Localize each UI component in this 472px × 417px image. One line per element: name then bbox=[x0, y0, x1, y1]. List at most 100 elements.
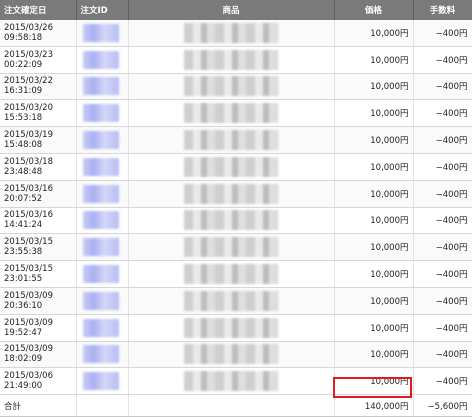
fee-cell: −400円 bbox=[413, 46, 472, 74]
table-row[interactable]: 2015/03/19 15:48:08 10,000円 −400円 bbox=[0, 126, 472, 154]
order-time: 00:22:09 bbox=[4, 59, 43, 70]
product-cell[interactable] bbox=[128, 73, 335, 101]
product-redacted[interactable] bbox=[183, 344, 278, 365]
product-redacted[interactable] bbox=[183, 264, 278, 285]
table-row[interactable]: 2015/03/09 19:52:47 10,000円 −400円 bbox=[0, 314, 472, 342]
table-row[interactable]: 2015/03/09 20:36:10 10,000円 −400円 bbox=[0, 287, 472, 315]
price-cell: 10,000円 bbox=[334, 20, 414, 47]
table-row[interactable]: 2015/03/15 23:55:38 10,000円 −400円 bbox=[0, 233, 472, 262]
price-cell: 10,000円 bbox=[334, 207, 414, 235]
order-date-cell: 2015/03/19 15:48:08 bbox=[0, 126, 77, 154]
order-date: 2015/03/19 bbox=[4, 130, 53, 141]
table-row[interactable]: 2015/03/16 14:41:24 10,000円 −400円 bbox=[0, 207, 472, 235]
order-id-cell[interactable] bbox=[76, 46, 129, 74]
order-id-cell[interactable] bbox=[76, 20, 129, 47]
product-cell[interactable] bbox=[128, 126, 335, 154]
product-cell[interactable] bbox=[128, 46, 335, 74]
order-id-cell[interactable] bbox=[76, 314, 129, 342]
order-id-cell[interactable] bbox=[76, 73, 129, 101]
table-row[interactable]: 2015/03/09 18:02:09 10,000円 −400円 bbox=[0, 341, 472, 369]
order-date: 2015/03/23 bbox=[4, 49, 53, 60]
order-time: 21:49:00 bbox=[4, 381, 43, 392]
table-row[interactable]: 2015/03/23 00:22:09 10,000円 −400円 bbox=[0, 46, 472, 74]
order-date: 2015/03/22 bbox=[4, 76, 53, 87]
order-id-cell[interactable] bbox=[76, 260, 129, 288]
order-id-cell[interactable] bbox=[76, 207, 129, 235]
product-cell[interactable] bbox=[128, 207, 335, 235]
product-redacted[interactable] bbox=[183, 371, 278, 392]
product-redacted[interactable] bbox=[183, 317, 278, 338]
table-row[interactable]: 2015/03/22 16:31:09 10,000円 −400円 bbox=[0, 73, 472, 101]
order-id-redacted[interactable] bbox=[82, 372, 119, 391]
price-cell: 10,000円 bbox=[334, 287, 414, 315]
order-id-cell[interactable] bbox=[76, 126, 129, 154]
order-time: 19:52:47 bbox=[4, 327, 43, 338]
product-cell[interactable] bbox=[128, 180, 335, 208]
column-header-date[interactable]: 注文確定日 bbox=[0, 0, 77, 20]
table-row[interactable]: 2015/03/20 15:53:18 10,000円 −400円 bbox=[0, 99, 472, 128]
product-redacted[interactable] bbox=[183, 156, 278, 177]
product-redacted[interactable] bbox=[183, 210, 278, 231]
column-header-price[interactable]: 価格 bbox=[334, 0, 414, 20]
product-redacted[interactable] bbox=[183, 103, 278, 124]
product-redacted[interactable] bbox=[183, 237, 278, 258]
order-id-cell[interactable] bbox=[76, 367, 129, 396]
fee-cell: −400円 bbox=[413, 287, 472, 315]
table-row[interactable]: 2015/03/15 23:01:55 10,000円 −400円 bbox=[0, 260, 472, 288]
order-id-redacted[interactable] bbox=[82, 50, 119, 69]
order-id-redacted[interactable] bbox=[82, 291, 119, 310]
order-date: 2015/03/18 bbox=[4, 156, 53, 167]
product-redacted[interactable] bbox=[183, 130, 278, 151]
order-id-redacted[interactable] bbox=[82, 345, 119, 364]
order-time: 15:48:08 bbox=[4, 140, 43, 151]
table-row[interactable]: 2015/03/18 23:48:48 10,000円 −400円 bbox=[0, 153, 472, 181]
table-row[interactable]: 2015/03/26 09:58:18 10,000円 −400円 bbox=[0, 20, 472, 47]
order-date: 2015/03/15 bbox=[4, 264, 53, 275]
total-label: 合計 bbox=[0, 394, 77, 417]
order-time: 15:53:18 bbox=[4, 113, 43, 124]
product-cell[interactable] bbox=[128, 341, 335, 369]
column-header-fee[interactable]: 手数料 bbox=[413, 0, 472, 20]
product-redacted[interactable] bbox=[183, 49, 278, 70]
order-id-redacted[interactable] bbox=[82, 23, 119, 42]
order-id-cell[interactable] bbox=[76, 99, 129, 128]
product-cell[interactable] bbox=[128, 367, 335, 396]
order-id-cell[interactable] bbox=[76, 233, 129, 262]
order-date: 2015/03/09 bbox=[4, 290, 53, 301]
order-id-redacted[interactable] bbox=[82, 265, 119, 284]
order-id-cell[interactable] bbox=[76, 153, 129, 181]
product-cell[interactable] bbox=[128, 233, 335, 262]
order-id-redacted[interactable] bbox=[82, 104, 119, 123]
product-cell[interactable] bbox=[128, 99, 335, 128]
column-header-order-id[interactable]: 注文ID bbox=[76, 0, 129, 20]
product-redacted[interactable] bbox=[183, 22, 278, 43]
order-id-redacted[interactable] bbox=[82, 157, 119, 176]
order-id-redacted[interactable] bbox=[82, 184, 119, 203]
product-cell[interactable] bbox=[128, 260, 335, 288]
fee-cell: −400円 bbox=[413, 341, 472, 369]
product-redacted[interactable] bbox=[183, 290, 278, 311]
product-redacted[interactable] bbox=[183, 76, 278, 97]
price-cell: 10,000円 bbox=[334, 153, 414, 181]
column-header-product[interactable]: 商品 bbox=[128, 0, 335, 20]
order-id-cell[interactable] bbox=[76, 180, 129, 208]
order-date-cell: 2015/03/09 18:02:09 bbox=[0, 341, 77, 369]
product-redacted[interactable] bbox=[183, 183, 278, 204]
order-id-redacted[interactable] bbox=[82, 238, 119, 257]
order-id-cell[interactable] bbox=[76, 341, 129, 369]
order-time: 09:58:18 bbox=[4, 32, 43, 43]
order-id-redacted[interactable] bbox=[82, 77, 119, 96]
product-cell[interactable] bbox=[128, 314, 335, 342]
product-cell[interactable] bbox=[128, 153, 335, 181]
price-cell: 10,000円 bbox=[334, 314, 414, 342]
fee-cell: −400円 bbox=[413, 314, 472, 342]
product-cell[interactable] bbox=[128, 20, 335, 47]
order-id-redacted[interactable] bbox=[82, 131, 119, 150]
table-row[interactable]: 2015/03/16 20:07:52 10,000円 −400円 bbox=[0, 180, 472, 208]
fee-cell: −400円 bbox=[413, 73, 472, 101]
price-cell: 10,000円 bbox=[334, 126, 414, 154]
order-id-cell[interactable] bbox=[76, 287, 129, 315]
product-cell[interactable] bbox=[128, 287, 335, 315]
order-id-redacted[interactable] bbox=[82, 211, 119, 230]
order-id-redacted[interactable] bbox=[82, 318, 119, 337]
